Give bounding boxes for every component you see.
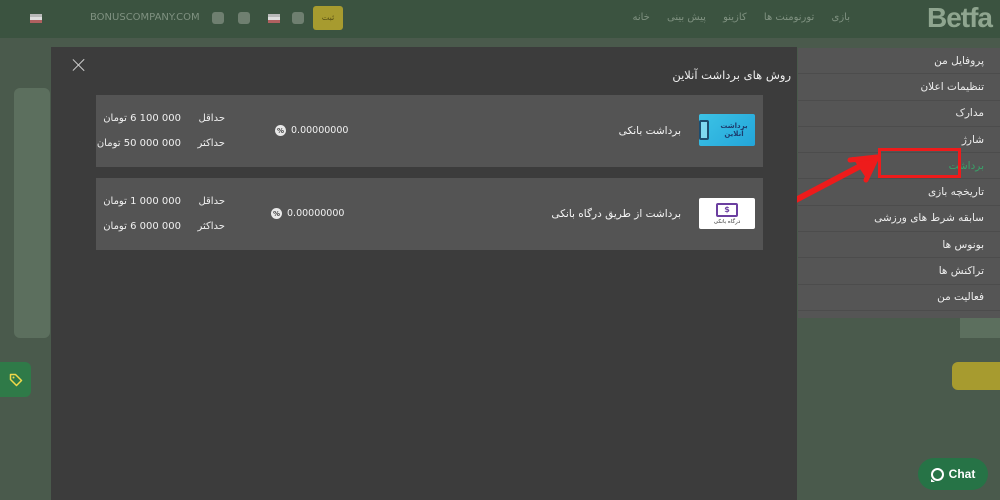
promo-tag-button[interactable] [0, 362, 31, 397]
chat-button[interactable]: Chat [918, 458, 988, 490]
phone-icon [699, 120, 709, 140]
menu-item-documents[interactable]: مدارک [798, 101, 1000, 127]
site-header: Betfa بازی تورنومنت ها کازینو پیش بینی خ… [0, 0, 1000, 38]
min-value: 000 000 1 تومان [103, 196, 181, 207]
max-value: 000 000 6 تومان [103, 221, 181, 232]
method-name: برداشت بانکی [618, 125, 681, 137]
min-label: حداقل [198, 113, 225, 124]
site-url: BONUSCOMPANY.COM [90, 12, 200, 23]
settings-icon[interactable] [292, 12, 304, 24]
nav-item[interactable]: پیش بینی [667, 12, 706, 23]
user-icon[interactable] [212, 12, 224, 24]
withdrawal-method-card[interactable]: برداشت آنلاین برداشت بانکی % 0.00000000 … [96, 95, 763, 167]
nav-item[interactable]: کازینو [723, 12, 747, 23]
chat-label: Chat [948, 467, 976, 481]
chat-bubble-icon [930, 467, 944, 482]
logo-text: درگاه بانکی [713, 218, 741, 225]
background-button [952, 362, 1000, 390]
close-icon[interactable] [71, 57, 87, 73]
flag-icon[interactable] [268, 14, 280, 23]
promo-button[interactable]: ثبت [313, 6, 343, 30]
highlight-box [878, 148, 961, 178]
min-value: 000 100 6 تومان [103, 113, 181, 124]
max-label: حداکثر [197, 221, 225, 232]
nav-item[interactable]: خانه [632, 12, 649, 23]
percent-icon: % [271, 208, 282, 219]
fee-display: % 0.00000000 [275, 125, 348, 136]
tag-icon [9, 373, 22, 386]
percent-icon: % [275, 125, 286, 136]
max-label: حداکثر [197, 138, 225, 149]
fee-value: 0.00000000 [291, 125, 349, 136]
home-icon[interactable] [238, 12, 250, 24]
nav-item[interactable]: بازی [832, 12, 851, 23]
bank-withdrawal-logo: برداشت آنلاین [699, 114, 755, 146]
menu-item-transactions[interactable]: تراکنش ها [798, 258, 1000, 285]
menu-item-bonuses[interactable]: بونوس ها [798, 232, 1000, 259]
modal-title: روش های برداشت آنلاین [672, 68, 791, 82]
main-nav: بازی تورنومنت ها کازینو پیش بینی خانه [618, 12, 850, 23]
fee-display: % 0.00000000 [271, 208, 344, 219]
language-flag-icon[interactable] [30, 14, 42, 23]
nav-item[interactable]: تورنومنت ها [764, 12, 814, 23]
menu-item-profile[interactable]: پروفایل من [798, 48, 1000, 75]
monitor-icon: $ [716, 202, 738, 217]
withdrawal-modal: روش های برداشت آنلاین برداشت آنلاین بردا… [51, 47, 797, 500]
background-banner [14, 88, 50, 338]
site-logo[interactable]: Betfa [927, 2, 993, 34]
menu-item-notifications[interactable]: تنظیمات اعلان [798, 74, 1000, 101]
withdrawal-method-card[interactable]: $ درگاه بانکی برداشت از طریق درگاه بانکی… [96, 178, 763, 250]
bank-gateway-logo: $ درگاه بانکی [699, 198, 755, 229]
max-value: 000 000 50 تومان [96, 138, 181, 149]
method-name: برداشت از طریق درگاه بانکی [551, 208, 681, 220]
min-label: حداقل [198, 196, 225, 207]
fee-value: 0.00000000 [287, 208, 345, 219]
logo-text: برداشت آنلاین [720, 122, 748, 138]
menu-item-my-activity[interactable]: فعالیت من [798, 285, 1000, 311]
